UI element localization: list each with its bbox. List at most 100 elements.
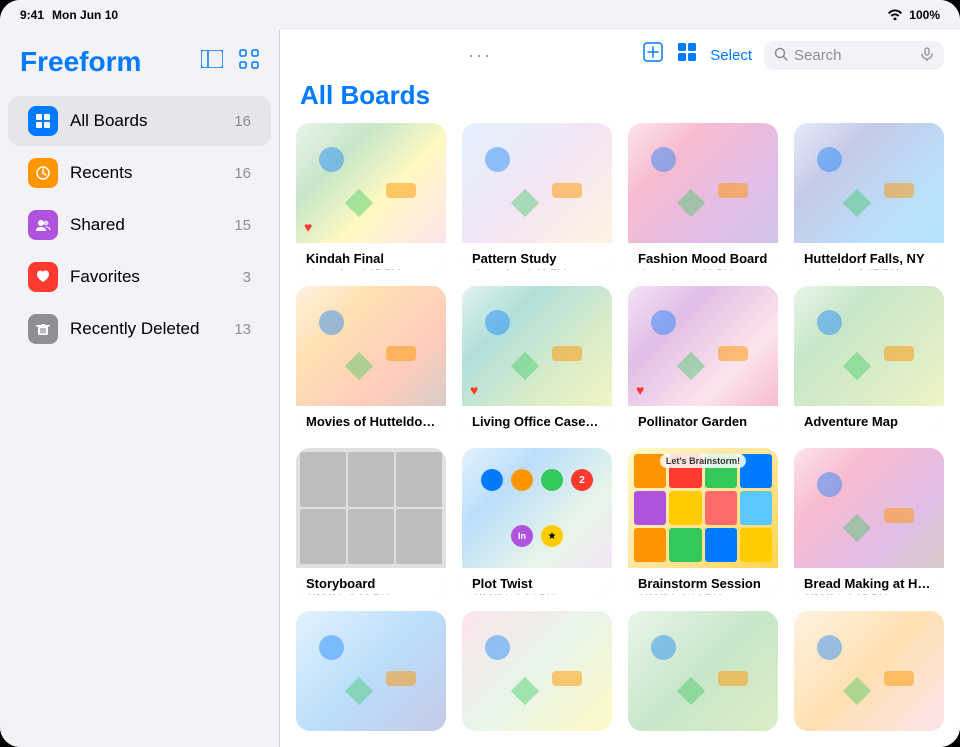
- board-name: Plot Twist: [472, 576, 602, 591]
- sidebar-item-recents[interactable]: Recents 16: [8, 148, 271, 198]
- sidebar-header-icons: [201, 49, 259, 75]
- search-placeholder[interactable]: Search: [794, 47, 842, 64]
- battery-indicator: 100%: [909, 8, 940, 22]
- recents-count: 16: [234, 165, 251, 182]
- board-thumbnail: ♥: [628, 286, 778, 406]
- all-boards-icon: [28, 106, 58, 136]
- board-thumbnail: [794, 286, 944, 406]
- board-name: Storyboard: [306, 576, 436, 591]
- board-info: Pattern Study Yesterday, 4:12 PM Michell…: [462, 243, 612, 270]
- mic-icon[interactable]: [920, 47, 934, 64]
- favorite-heart: ♥: [304, 219, 312, 235]
- board-card[interactable]: Hutteldorf Falls, NY Yesterday, 3:17 PM …: [794, 123, 944, 270]
- board-card[interactable]: [628, 611, 778, 731]
- status-time: 9:41: [20, 8, 44, 22]
- board-name: Living Office Case Study: [472, 414, 602, 429]
- board-card[interactable]: [462, 611, 612, 731]
- board-card[interactable]: ♥ Kindah Final Yesterday, 4:15 PM Test &…: [296, 123, 446, 270]
- board-thumbnail: [628, 611, 778, 731]
- board-card[interactable]: ♥ Living Office Case Study 6/23/24, 6:43…: [462, 286, 612, 433]
- device-frame: 9:41 Mon Jun 10 100% Freeform: [0, 0, 960, 747]
- content-title: All Boards: [280, 80, 960, 123]
- board-thumbnail: 2 In ★: [462, 448, 612, 568]
- board-thumbnail: ♥: [296, 123, 446, 243]
- board-name: Hutteldorf Falls, NY: [804, 251, 934, 266]
- status-bar-left: 9:41 Mon Jun 10: [20, 8, 118, 22]
- favorites-count: 3: [243, 269, 251, 286]
- board-card[interactable]: Adventure Map 6/23/24, 6:34 PM Danny & D…: [794, 286, 944, 433]
- board-card[interactable]: Movies of Hutteldorf Fa... 6/28/24, 4:30…: [296, 286, 446, 433]
- board-info: Bread Making at Home 6/23/24, 6:15 PM Jo…: [794, 568, 944, 595]
- content-area: ··· Select: [280, 30, 960, 747]
- board-info: Adventure Map 6/23/24, 6:34 PM Danny & D…: [794, 406, 944, 433]
- board-name: Brainstorm Session: [638, 576, 768, 591]
- board-name: Adventure Map: [804, 414, 934, 429]
- board-info: Pollinator Garden 6/23/24, 6:36 PM Joan …: [628, 406, 778, 433]
- board-date: 6/23/24, 6:34 PM: [804, 431, 934, 433]
- new-board-button[interactable]: [642, 41, 664, 69]
- board-date: Yesterday, 4:06 PM: [638, 268, 768, 270]
- boards-grid: ♥ Kindah Final Yesterday, 4:15 PM Test &…: [280, 123, 960, 747]
- board-date: 6/28/24, 4:30 PM: [306, 431, 436, 433]
- sidebar-toggle-icon[interactable]: [201, 50, 223, 74]
- recents-icon: [28, 158, 58, 188]
- board-name: Fashion Mood Board: [638, 251, 768, 266]
- board-thumbnail: [628, 123, 778, 243]
- board-info: Brainstorm Session 6/23/24, 6:16 PM: [628, 568, 778, 595]
- search-bar[interactable]: Search: [764, 41, 944, 70]
- favorites-label: Favorites: [70, 267, 243, 287]
- board-info: Movies of Hutteldorf Fa... 6/28/24, 4:30…: [296, 406, 446, 433]
- board-card[interactable]: ♥ Pollinator Garden 6/23/24, 6:36 PM Joa…: [628, 286, 778, 433]
- status-bar-right: 100%: [887, 8, 940, 23]
- board-date: 6/23/24, 6:36 PM: [638, 431, 768, 433]
- board-date: Yesterday, 4:12 PM: [472, 268, 602, 270]
- sidebar-nav: All Boards 16 Recents 16: [0, 94, 279, 356]
- board-card[interactable]: Fashion Mood Board Yesterday, 4:06 PM Jo…: [628, 123, 778, 270]
- board-name: Pollinator Garden: [638, 414, 768, 429]
- board-thumbnail: [296, 611, 446, 731]
- favorites-icon: [28, 262, 58, 292]
- board-card[interactable]: Storyboard 6/23/24, 6:33 PM Danny & Dann…: [296, 448, 446, 595]
- board-date: 6/23/24, 6:33 PM: [306, 593, 436, 595]
- board-card[interactable]: [296, 611, 446, 731]
- board-info: Hutteldorf Falls, NY Yesterday, 3:17 PM …: [794, 243, 944, 270]
- board-name: Kindah Final: [306, 251, 436, 266]
- sidebar-item-favorites[interactable]: Favorites 3: [8, 252, 271, 302]
- board-card[interactable]: 2 In ★ Plot Twist 6/23/24, 6:24 PM Danny…: [462, 448, 612, 595]
- board-thumbnail: [794, 123, 944, 243]
- content-header: ··· Select: [280, 30, 960, 80]
- recently-deleted-count: 13: [234, 321, 251, 338]
- shared-icon: [28, 210, 58, 240]
- sidebar-item-recently-deleted[interactable]: Recently Deleted 13: [8, 304, 271, 354]
- search-icon: [774, 47, 788, 64]
- header-dots: ···: [468, 45, 492, 66]
- board-card[interactable]: Let's Brainstorm! Brainstorm Session 6/2…: [628, 448, 778, 595]
- board-card[interactable]: Pattern Study Yesterday, 4:12 PM Michell…: [462, 123, 612, 270]
- sidebar-item-all-boards[interactable]: All Boards 16: [8, 96, 271, 146]
- status-day: Mon Jun 10: [52, 8, 118, 22]
- board-thumbnail: [462, 611, 612, 731]
- board-thumbnail: [296, 286, 446, 406]
- sidebar-header: Freeform: [0, 46, 279, 86]
- scan-icon[interactable]: [239, 49, 259, 75]
- board-name: Pattern Study: [472, 251, 602, 266]
- board-thumbnail: [462, 123, 612, 243]
- board-date: Yesterday, 3:17 PM: [804, 268, 934, 270]
- select-button[interactable]: Select: [710, 47, 752, 64]
- board-date: 6/23/24, 6:43 PM: [472, 431, 602, 433]
- sidebar-item-shared[interactable]: Shared 15: [8, 200, 271, 250]
- board-card[interactable]: [794, 611, 944, 731]
- board-thumbnail: [296, 448, 446, 568]
- board-card[interactable]: Bread Making at Home 6/23/24, 6:15 PM Jo…: [794, 448, 944, 595]
- board-info: Fashion Mood Board Yesterday, 4:06 PM Jo…: [628, 243, 778, 270]
- status-bar: 9:41 Mon Jun 10 100%: [0, 0, 960, 30]
- board-name: Movies of Hutteldorf Fa...: [306, 414, 436, 429]
- grid-view-button[interactable]: [676, 41, 698, 69]
- recently-deleted-label: Recently Deleted: [70, 319, 234, 339]
- sidebar: Freeform: [0, 30, 280, 747]
- shared-label: Shared: [70, 215, 234, 235]
- sidebar-title: Freeform: [20, 46, 141, 78]
- board-thumbnail: ♥: [462, 286, 612, 406]
- all-boards-label: All Boards: [70, 111, 234, 131]
- board-date: 6/23/24, 6:16 PM: [638, 593, 768, 595]
